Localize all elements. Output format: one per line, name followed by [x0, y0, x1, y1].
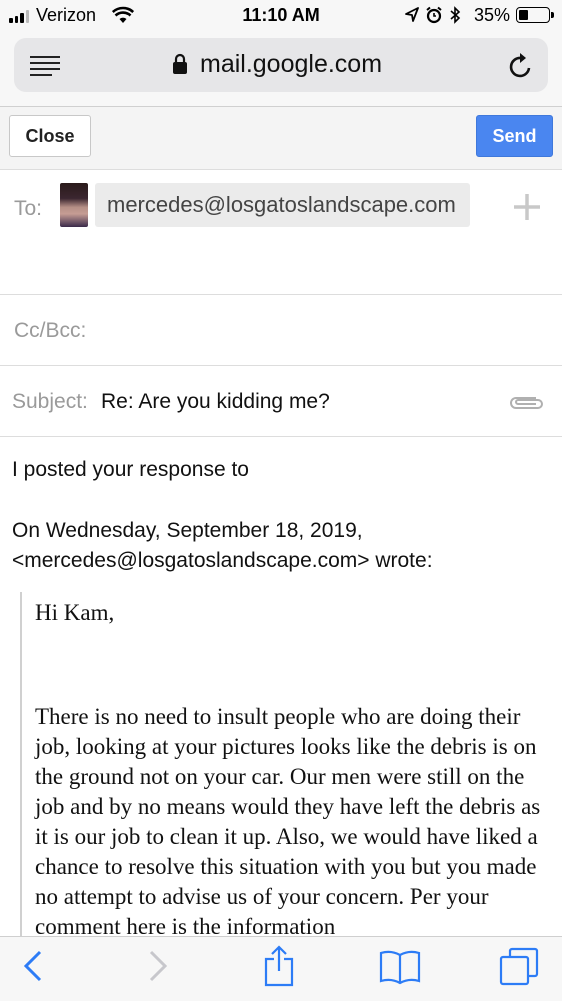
status-bar: Verizon 11:10 AM 35%: [0, 0, 562, 34]
paperclip-icon[interactable]: [506, 392, 546, 414]
cc-bcc-row[interactable]: Cc/Bcc:: [0, 295, 562, 366]
bookmarks-icon[interactable]: [379, 949, 421, 985]
subject-label: Subject:: [12, 390, 88, 413]
to-label: To:: [14, 197, 43, 220]
lock-icon: [173, 53, 187, 74]
battery-percent: 35%: [474, 5, 511, 25]
send-button[interactable]: Send: [476, 115, 553, 157]
subject-field[interactable]: Re: Are you kidding me?: [101, 390, 330, 414]
quoted-message: Hi Kam, There is no need to insult peopl…: [20, 592, 552, 936]
bluetooth-icon: [450, 6, 461, 24]
quoted-header: On Wednesday, September 18, 2019, <merce…: [12, 519, 433, 572]
message-body-text[interactable]: I posted your response to: [12, 458, 249, 482]
battery-icon: [516, 7, 554, 23]
back-icon[interactable]: [20, 949, 46, 983]
browser-toolbar: mail.google.com: [0, 34, 562, 107]
recipient-chip[interactable]: mercedes@losgatoslandscape.com: [95, 183, 470, 227]
recipient-email: mercedes@losgatoslandscape.com: [107, 192, 456, 217]
url-text[interactable]: mail.google.com: [200, 50, 382, 79]
cc-bcc-label: Cc/Bcc:: [14, 319, 87, 342]
browser-bottom-toolbar: [0, 936, 562, 1001]
close-button[interactable]: Close: [9, 115, 91, 157]
avatar: [60, 183, 88, 227]
plus-icon[interactable]: [512, 192, 542, 222]
compose-toolbar: Close Send: [0, 107, 562, 170]
share-icon[interactable]: [262, 945, 296, 987]
quoted-paragraph: There is no need to insult people who ar…: [35, 704, 541, 936]
subject-row[interactable]: Subject: Re: Are you kidding me?: [0, 366, 562, 437]
reload-icon[interactable]: [508, 52, 534, 80]
quoted-greeting: Hi Kam,: [35, 600, 115, 625]
to-row[interactable]: To: mercedes@losgatoslandscape.com: [0, 170, 562, 295]
location-icon: [405, 7, 419, 22]
address-bar[interactable]: mail.google.com: [14, 38, 548, 92]
forward-icon[interactable]: [145, 949, 171, 983]
alarm-icon: [426, 6, 442, 24]
menu-icon[interactable]: [30, 56, 60, 80]
tabs-icon[interactable]: [498, 946, 540, 986]
